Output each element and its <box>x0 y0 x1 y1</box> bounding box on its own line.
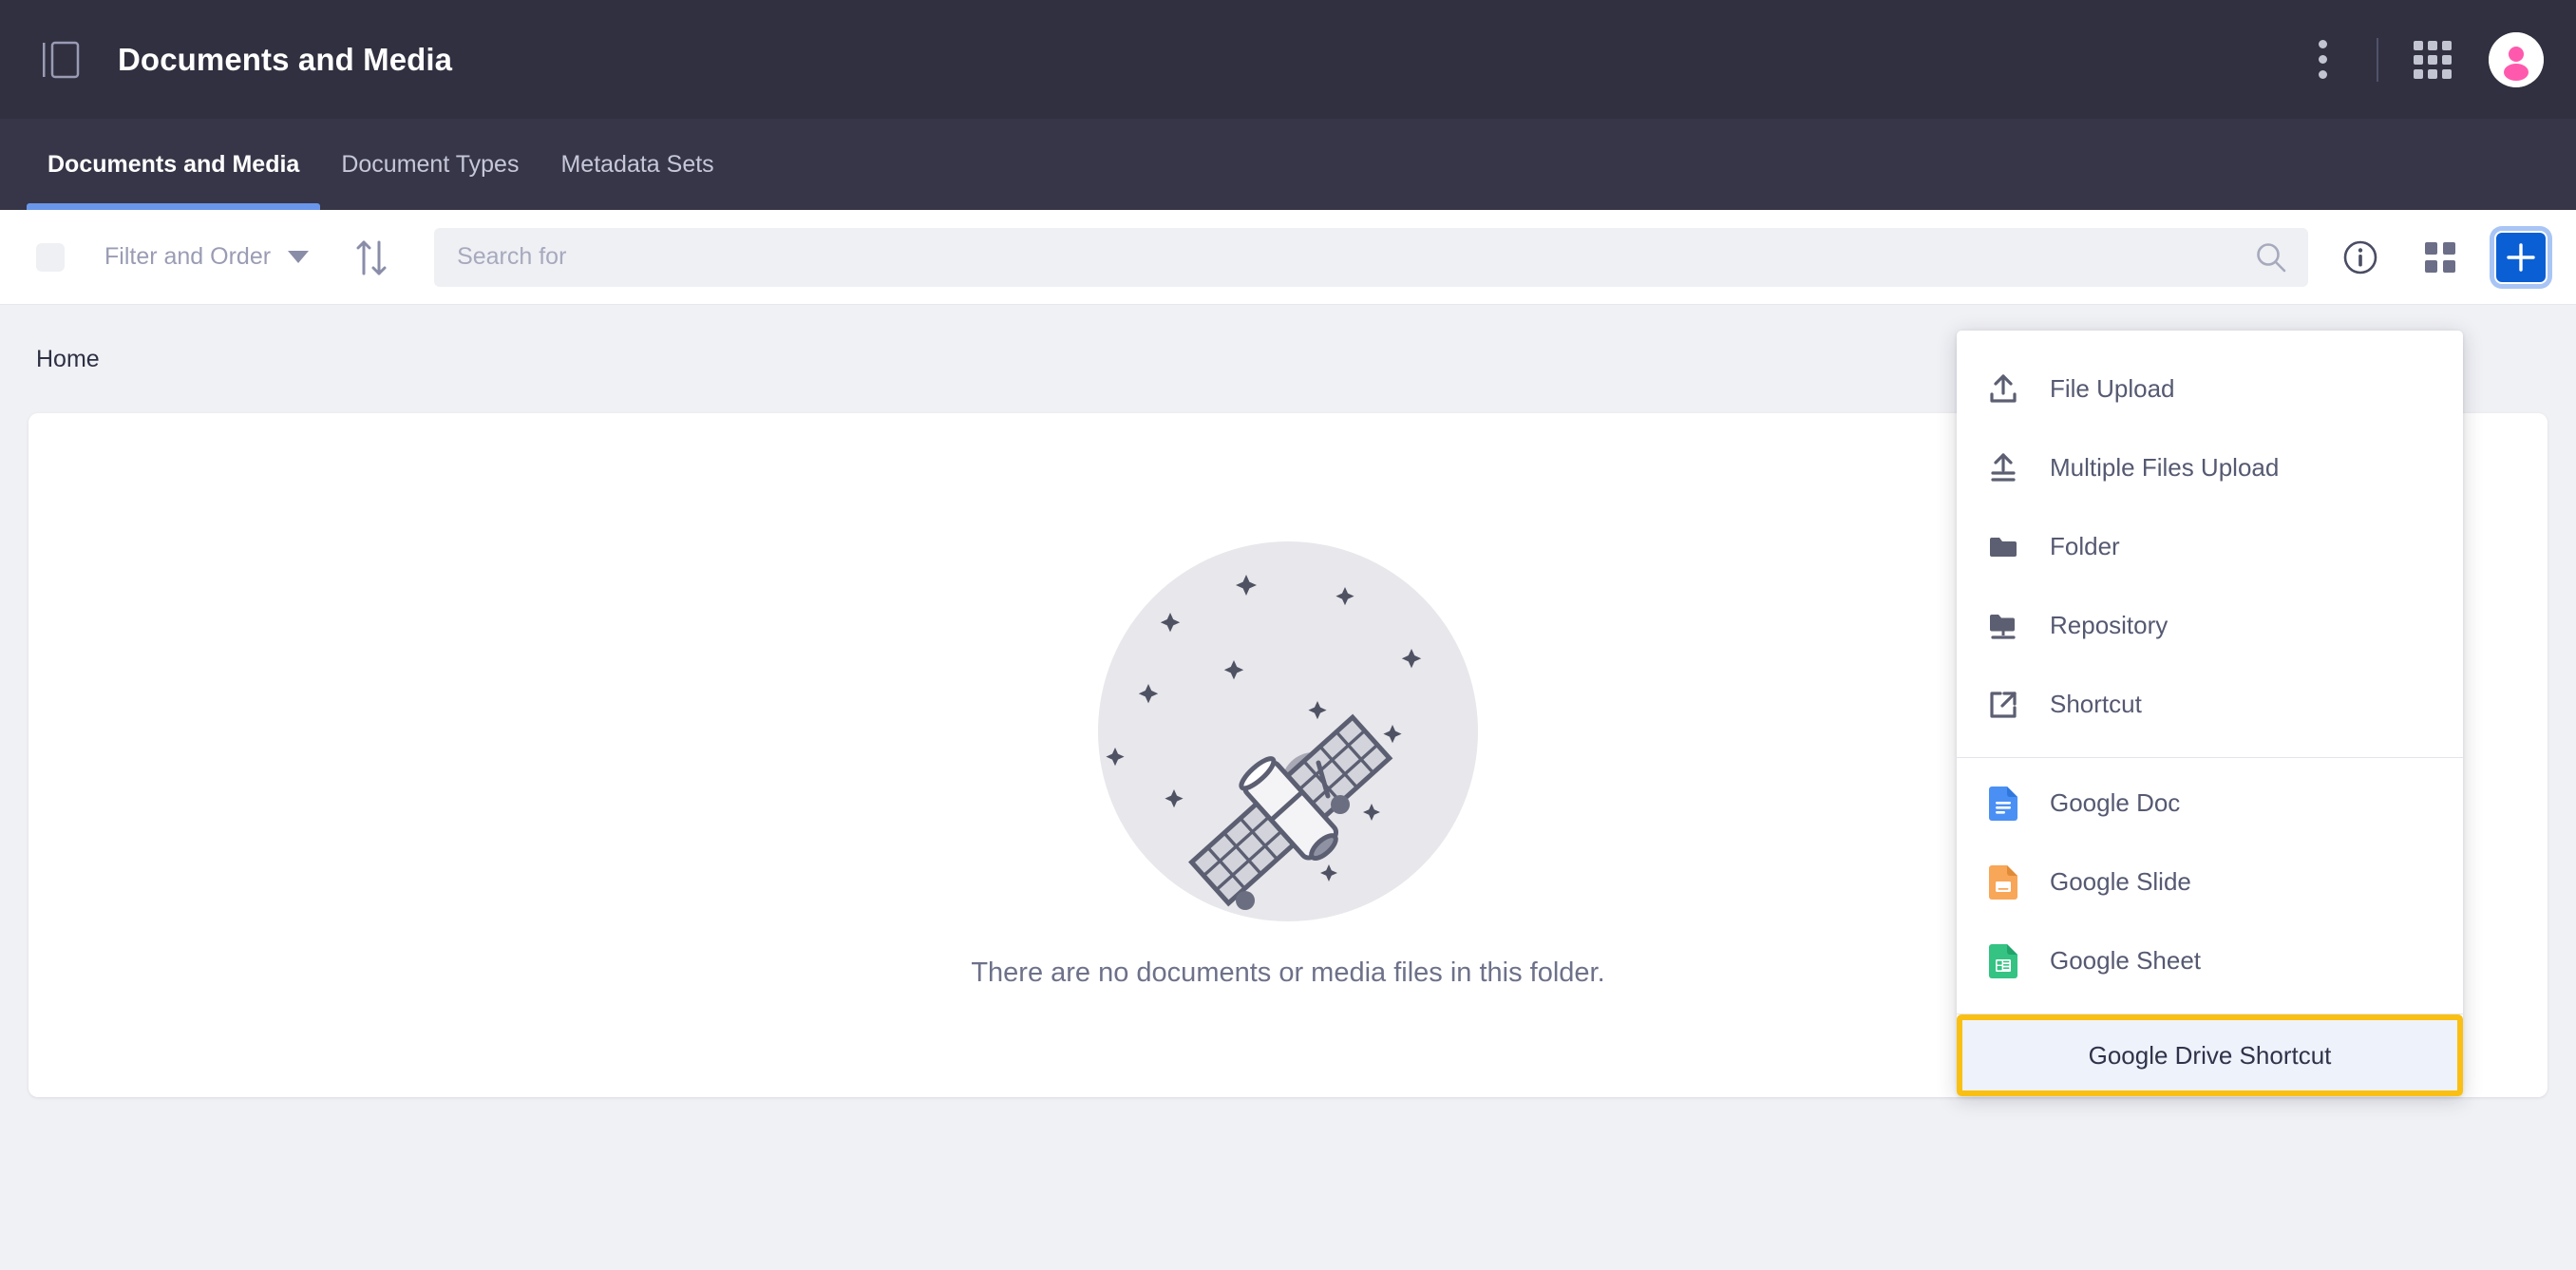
menu-item-multiple-files-upload[interactable]: Multiple Files Upload <box>1957 428 2463 507</box>
tab-documents-and-media[interactable]: Documents and Media <box>27 119 321 210</box>
tab-document-types[interactable]: Document Types <box>320 119 540 210</box>
menu-item-label: Folder <box>2050 532 2120 560</box>
tab-metadata-sets[interactable]: Metadata Sets <box>540 119 734 210</box>
menu-group-google: Google Doc Google Slide Google Sheet <box>1957 758 2463 1014</box>
menu-group-primary: File Upload Multiple Files Upload Folder <box>1957 344 2463 757</box>
menu-item-label: Multiple Files Upload <box>2050 453 2280 482</box>
tab-label: Documents and Media <box>47 150 300 178</box>
upload-multiple-files-icon <box>1985 450 2021 486</box>
menu-item-label: Google Sheet <box>2050 946 2202 975</box>
breadcrumb-item-home[interactable]: Home <box>36 346 100 373</box>
external-link-shortcut-icon <box>1985 687 2021 723</box>
top-bar-left: Documents and Media <box>36 35 452 85</box>
grid-view-icon[interactable] <box>2413 230 2468 285</box>
menu-item-label: Google Slide <box>2050 867 2191 896</box>
top-bar-divider <box>2377 37 2378 82</box>
top-bar: Documents and Media <box>0 0 2576 119</box>
folder-icon <box>1985 529 2021 565</box>
google-sheet-icon <box>1985 943 2021 979</box>
nav-tabs: Documents and Media Document Types Metad… <box>0 119 2576 210</box>
upload-file-icon <box>1985 371 2021 408</box>
menu-item-label: Shortcut <box>2050 690 2142 718</box>
menu-item-repository[interactable]: Repository <box>1957 586 2463 665</box>
add-button[interactable] <box>2494 230 2548 284</box>
tab-label: Metadata Sets <box>560 150 714 178</box>
chevron-down-icon <box>288 251 310 263</box>
menu-item-google-drive-shortcut[interactable]: Google Drive Shortcut <box>1957 1014 2463 1096</box>
management-toolbar: Filter and Order <box>0 210 2576 305</box>
menu-item-file-upload[interactable]: File Upload <box>1957 350 2463 428</box>
satellite-in-space-illustration <box>1098 540 1478 921</box>
info-circle-icon[interactable] <box>2333 230 2388 285</box>
tab-label: Document Types <box>341 150 520 178</box>
menu-item-label: File Upload <box>2050 374 2175 403</box>
menu-item-label: Google Doc <box>2050 788 2181 817</box>
menu-item-google-doc[interactable]: Google Doc <box>1957 764 2463 843</box>
filter-and-order-dropdown[interactable]: Filter and Order <box>104 243 310 271</box>
select-all-checkbox[interactable] <box>36 242 65 272</box>
top-bar-right <box>2293 30 2544 89</box>
add-menu-dropdown: File Upload Multiple Files Upload Folder <box>1957 331 2463 1096</box>
page-title: Documents and Media <box>118 41 453 77</box>
search-input[interactable] <box>457 243 2255 271</box>
search-bar[interactable] <box>434 227 2308 287</box>
menu-item-shortcut[interactable]: Shortcut <box>1957 665 2463 744</box>
sort-arrows-icon[interactable] <box>345 231 398 284</box>
menu-item-folder[interactable]: Folder <box>1957 507 2463 586</box>
menu-item-google-sheet[interactable]: Google Sheet <box>1957 921 2463 1000</box>
filter-and-order-label: Filter and Order <box>104 243 272 270</box>
google-doc-icon <box>1985 786 2021 822</box>
menu-item-label: Repository <box>2050 611 2169 639</box>
repository-icon <box>1985 608 2021 644</box>
user-avatar-icon[interactable] <box>2489 31 2544 87</box>
search-icon[interactable] <box>2255 241 2287 274</box>
empty-state-message: There are no documents or media files in… <box>971 957 1605 988</box>
apps-grid-icon[interactable] <box>2403 30 2462 89</box>
menu-item-label: Google Drive Shortcut <box>2088 1040 2332 1070</box>
sidebar-panel-icon[interactable] <box>36 35 85 85</box>
more-vertical-icon[interactable] <box>2293 30 2352 89</box>
menu-item-google-slide[interactable]: Google Slide <box>1957 843 2463 921</box>
google-slide-icon <box>1985 864 2021 900</box>
